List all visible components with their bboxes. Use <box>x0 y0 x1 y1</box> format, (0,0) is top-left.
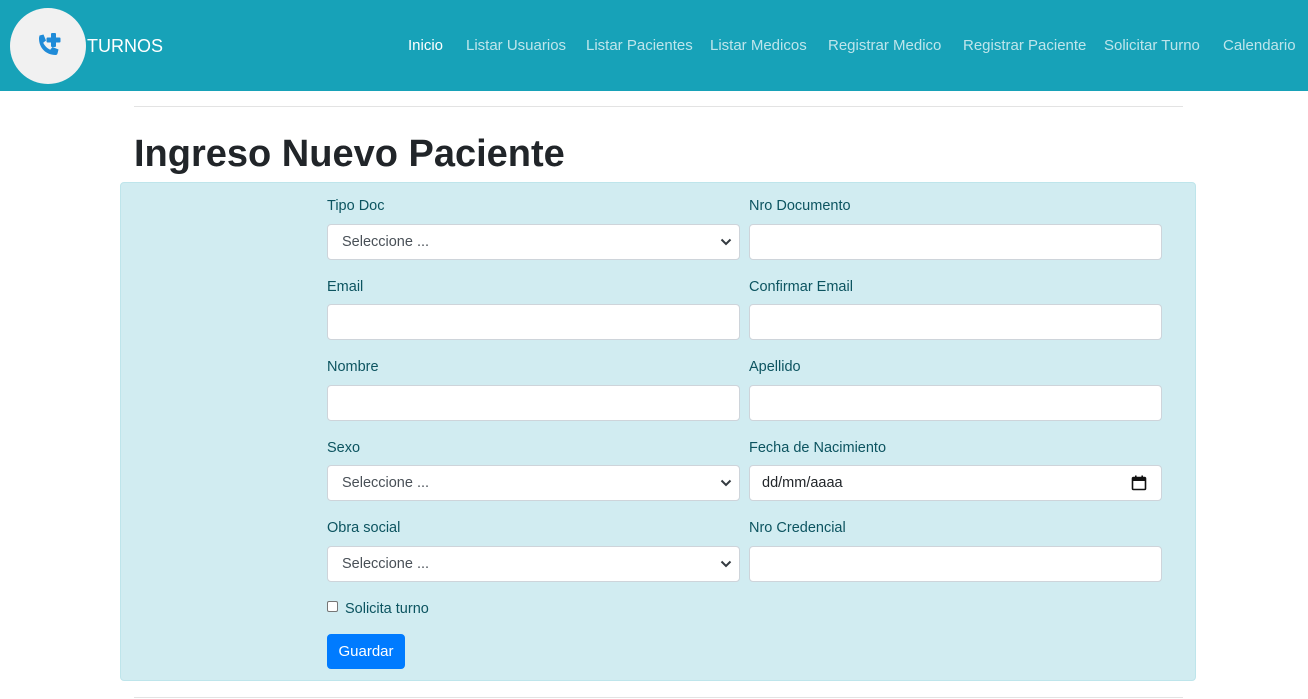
guardar-button[interactable]: Guardar <box>327 634 405 669</box>
confirmar-email-label: Confirmar Email <box>749 279 853 295</box>
apellido-label: Apellido <box>749 359 801 375</box>
top-navbar: TURNOS Inicio Listar Usuarios Listar Pac… <box>0 0 1308 91</box>
chevron-down-icon <box>720 560 732 568</box>
nav-item-registrar-paciente[interactable]: Registrar Paciente <box>963 35 1086 57</box>
main-nav: Inicio Listar Usuarios Listar Pacientes … <box>0 35 1308 57</box>
nav-item-listar-usuarios[interactable]: Listar Usuarios <box>466 35 566 57</box>
fecha-nacimiento-input[interactable]: dd/mm/aaaa <box>749 465 1162 501</box>
chevron-down-icon <box>720 238 732 246</box>
nav-item-listar-pacientes[interactable]: Listar Pacientes <box>586 35 693 57</box>
nro-credencial-label: Nro Credencial <box>749 520 846 536</box>
top-divider <box>134 106 1183 107</box>
nav-item-registrar-medico[interactable]: Registrar Medico <box>828 35 941 57</box>
email-input[interactable] <box>327 304 740 340</box>
nav-item-inicio[interactable]: Inicio <box>408 35 443 57</box>
nombre-input[interactable] <box>327 385 740 421</box>
obra-social-select[interactable]: Seleccione ... <box>327 546 740 582</box>
fecha-nacimiento-label: Fecha de Nacimiento <box>749 440 887 456</box>
calendar-icon[interactable] <box>1131 475 1147 491</box>
page-title: Ingreso Nuevo Paciente <box>134 133 565 175</box>
nro-documento-label: Nro Documento <box>749 198 851 214</box>
solicita-turno-checkbox[interactable] <box>327 601 338 612</box>
bottom-divider <box>134 697 1183 698</box>
obra-social-selected-value: Seleccione ... <box>342 556 430 572</box>
tipo-doc-selected-value: Seleccione ... <box>342 234 430 250</box>
sexo-select[interactable]: Seleccione ... <box>327 465 740 501</box>
sexo-label: Sexo <box>327 440 361 456</box>
obra-social-label: Obra social <box>327 520 401 536</box>
apellido-input[interactable] <box>749 385 1162 421</box>
tipo-doc-label: Tipo Doc <box>327 198 385 214</box>
fecha-nacimiento-value: dd/mm/aaaa <box>762 475 843 491</box>
nav-item-listar-medicos[interactable]: Listar Medicos <box>710 35 807 57</box>
nro-documento-input[interactable] <box>749 224 1162 260</box>
chevron-down-icon <box>720 479 732 487</box>
email-label: Email <box>327 279 364 295</box>
solicita-turno-label[interactable]: Solicita turno <box>345 600 429 618</box>
nombre-label: Nombre <box>327 359 379 375</box>
nro-credencial-input[interactable] <box>749 546 1162 582</box>
confirmar-email-input[interactable] <box>749 304 1162 340</box>
nav-item-solicitar-turno[interactable]: Solicitar Turno <box>1104 35 1200 57</box>
sexo-selected-value: Seleccione ... <box>342 475 430 491</box>
tipo-doc-select[interactable]: Seleccione ... <box>327 224 740 260</box>
nav-item-calendario[interactable]: Calendario <box>1223 35 1296 57</box>
